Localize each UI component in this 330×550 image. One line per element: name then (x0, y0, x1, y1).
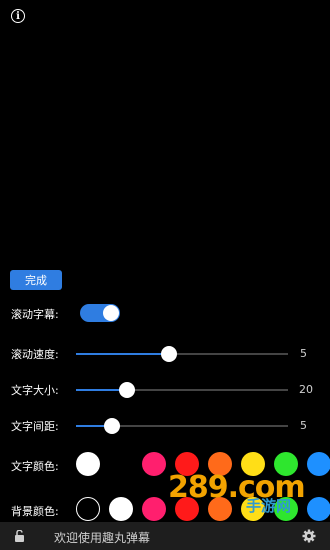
spacing-value: 5 (300, 419, 307, 432)
bottom-bar: 欢迎使用趣丸弹幕 (0, 522, 330, 550)
watermark-sub: 手游网 (246, 497, 292, 515)
speed-value: 5 (300, 347, 307, 360)
done-button[interactable]: 完成 (10, 270, 62, 290)
speed-slider-fill (76, 353, 170, 355)
toggle-knob (103, 305, 119, 321)
speed-slider[interactable] (76, 346, 288, 362)
size-value: 20 (299, 383, 313, 396)
text-color-swatch[interactable] (76, 452, 100, 476)
bg-color-swatch[interactable] (76, 497, 100, 521)
bg-color-label: 背景颜色: (11, 505, 59, 518)
scroll-toggle[interactable] (80, 304, 120, 322)
speed-label: 滚动速度: (11, 348, 59, 361)
size-slider[interactable] (76, 382, 288, 398)
speed-slider-thumb[interactable] (161, 346, 178, 362)
bg-color-swatch[interactable] (109, 497, 133, 521)
welcome-text: 欢迎使用趣丸弹幕 (54, 531, 151, 545)
size-slider-thumb[interactable] (118, 382, 135, 398)
text-color-label: 文字颜色: (11, 460, 59, 473)
spacing-slider-thumb[interactable] (104, 418, 121, 434)
watermark-logo: 289.com 手游网 (168, 470, 316, 520)
scroll-label: 滚动字幕: (11, 308, 59, 321)
gear-icon[interactable] (302, 529, 316, 543)
text-color-swatch[interactable] (142, 452, 166, 476)
spacing-label: 文字间距: (11, 420, 59, 433)
info-icon[interactable]: i (11, 9, 25, 23)
unlock-icon[interactable] (14, 530, 26, 542)
text-color-swatch[interactable] (109, 452, 133, 476)
size-label: 文字大小: (11, 384, 59, 397)
bg-color-swatch[interactable] (142, 497, 166, 521)
spacing-slider[interactable] (76, 418, 288, 434)
